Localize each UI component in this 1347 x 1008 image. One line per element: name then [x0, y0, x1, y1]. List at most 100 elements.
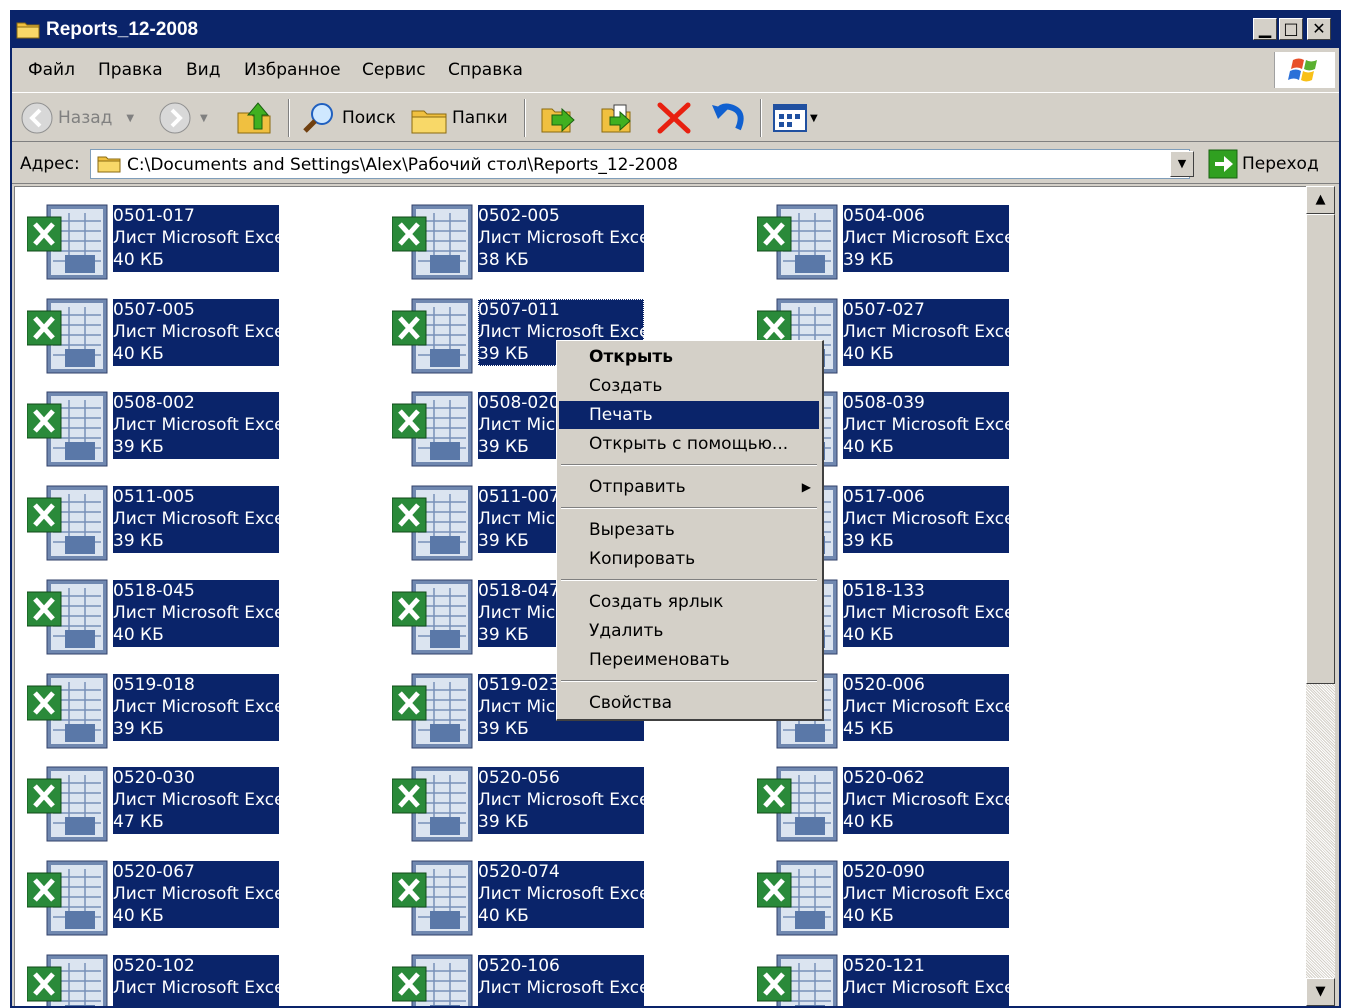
ctx-create[interactable]: Создать: [559, 372, 819, 400]
file-label[interactable]: 0517-006 Лист Microsoft Excel 39 КБ: [843, 486, 1009, 553]
excel-file-icon[interactable]: [391, 859, 476, 939]
file-item[interactable]: 0520-074 Лист Microsoft Excel 40 КБ: [386, 859, 656, 941]
undo-button[interactable]: [710, 101, 746, 135]
file-label[interactable]: 0518-045 Лист Microsoft Excel 40 КБ: [113, 580, 279, 647]
file-label[interactable]: 0520-067 Лист Microsoft Excel 40 КБ: [113, 861, 279, 928]
maximize-button[interactable]: □: [1279, 18, 1303, 40]
up-folder-button[interactable]: [236, 101, 272, 135]
file-label[interactable]: 0502-005 Лист Microsoft Excel 38 КБ: [478, 205, 644, 272]
address-input[interactable]: C:\Documents and Settings\Alex\Рабочий с…: [90, 149, 1190, 179]
menu-help[interactable]: Справка: [448, 60, 523, 80]
go-button[interactable]: Переход: [1208, 149, 1319, 179]
views-button[interactable]: ▼: [772, 101, 818, 135]
excel-file-icon[interactable]: [26, 484, 111, 564]
excel-file-icon[interactable]: [756, 765, 841, 845]
menu-file[interactable]: Файл: [28, 60, 75, 80]
file-label[interactable]: 0511-005 Лист Microsoft Excel 39 КБ: [113, 486, 279, 553]
copy-to-button[interactable]: [598, 101, 638, 135]
address-dropdown-button[interactable]: ▼: [1170, 151, 1194, 177]
file-label[interactable]: 0519-018 Лист Microsoft Excel 39 КБ: [113, 674, 279, 741]
file-item[interactable]: 0518-045 Лист Microsoft Excel 40 КБ: [21, 578, 291, 660]
ctx-open-with[interactable]: Открыть с помощью...: [559, 430, 819, 458]
file-item[interactable]: 0501-017 Лист Microsoft Excel 40 КБ: [21, 203, 291, 285]
file-label[interactable]: 0520-106 Лист Microsoft Excel: [478, 955, 644, 1006]
scroll-down-button[interactable]: ▼: [1306, 978, 1335, 1006]
vertical-scrollbar[interactable]: ▲ ▼: [1306, 186, 1335, 1006]
ctx-send-to[interactable]: Отправить ▶: [559, 473, 819, 501]
file-label[interactable]: 0508-039 Лист Microsoft Excel 40 КБ: [843, 392, 1009, 459]
excel-file-icon[interactable]: [391, 484, 476, 564]
close-button[interactable]: ✕: [1307, 18, 1331, 40]
file-item[interactable]: 0511-005 Лист Microsoft Excel 39 КБ: [21, 484, 291, 566]
forward-dropdown-icon[interactable]: ▼: [200, 113, 208, 124]
file-label[interactable]: 0520-090 Лист Microsoft Excel 40 КБ: [843, 861, 1009, 928]
ctx-delete[interactable]: Удалить: [559, 617, 819, 645]
excel-file-icon[interactable]: [26, 859, 111, 939]
search-button[interactable]: Поиск: [302, 101, 396, 135]
file-item[interactable]: 0520-090 Лист Microsoft Excel 40 КБ: [751, 859, 1021, 941]
excel-file-icon[interactable]: [26, 297, 111, 377]
file-item[interactable]: 0504-006 Лист Microsoft Excel 39 КБ: [751, 203, 1021, 285]
scroll-up-button[interactable]: ▲: [1306, 186, 1335, 214]
file-item[interactable]: 0520-062 Лист Microsoft Excel 40 КБ: [751, 765, 1021, 847]
excel-file-icon[interactable]: [391, 203, 476, 283]
excel-file-icon[interactable]: [756, 953, 841, 1006]
ctx-properties[interactable]: Свойства: [559, 689, 819, 717]
excel-file-icon[interactable]: [756, 203, 841, 283]
excel-file-icon[interactable]: [756, 859, 841, 939]
folders-button[interactable]: Папки: [410, 101, 508, 135]
menu-tools[interactable]: Сервис: [362, 60, 426, 80]
move-to-button[interactable]: [538, 101, 578, 135]
excel-file-icon[interactable]: [26, 203, 111, 283]
ctx-copy[interactable]: Копировать: [559, 545, 819, 573]
file-label[interactable]: 0508-002 Лист Microsoft Excel 39 КБ: [113, 392, 279, 459]
file-item[interactable]: 0520-067 Лист Microsoft Excel 40 КБ: [21, 859, 291, 941]
back-button[interactable]: Назад ▼: [20, 101, 134, 135]
excel-file-icon[interactable]: [26, 578, 111, 658]
file-label[interactable]: 0520-062 Лист Microsoft Excel 40 КБ: [843, 767, 1009, 834]
excel-file-icon[interactable]: [391, 672, 476, 752]
excel-file-icon[interactable]: [26, 953, 111, 1006]
title-bar[interactable]: Reports_12-2008 ▁ □ ✕: [12, 12, 1339, 48]
excel-file-icon[interactable]: [26, 672, 111, 752]
file-label[interactable]: 0518-133 Лист Microsoft Excel 40 КБ: [843, 580, 1009, 647]
ctx-cut[interactable]: Вырезать: [559, 516, 819, 544]
ctx-open[interactable]: Открыть: [559, 343, 819, 371]
file-label[interactable]: 0520-056 Лист Microsoft Excel 39 КБ: [478, 767, 644, 834]
file-item[interactable]: 0508-002 Лист Microsoft Excel 39 КБ: [21, 390, 291, 472]
file-label[interactable]: 0504-006 Лист Microsoft Excel 39 КБ: [843, 205, 1009, 272]
excel-file-icon[interactable]: [26, 390, 111, 470]
file-item[interactable]: 0520-102 Лист Microsoft Excel: [21, 953, 291, 1006]
menu-favorites[interactable]: Избранное: [244, 60, 341, 80]
menu-edit[interactable]: Правка: [98, 60, 163, 80]
excel-file-icon[interactable]: [391, 297, 476, 377]
file-label[interactable]: 0520-006 Лист Microsoft Excel 45 КБ: [843, 674, 1009, 741]
excel-file-icon[interactable]: [26, 765, 111, 845]
file-label[interactable]: 0507-027 Лист Microsoft Excel 40 КБ: [843, 299, 1009, 366]
ctx-rename[interactable]: Переименовать: [559, 646, 819, 674]
file-label[interactable]: 0507-005 Лист Microsoft Excel 40 КБ: [113, 299, 279, 366]
excel-file-icon[interactable]: [391, 578, 476, 658]
minimize-button[interactable]: ▁: [1253, 18, 1277, 40]
ctx-create-shortcut[interactable]: Создать ярлык: [559, 588, 819, 616]
forward-button[interactable]: ▼: [158, 101, 208, 135]
file-label[interactable]: 0520-121 Лист Microsoft Excel: [843, 955, 1009, 1006]
file-item[interactable]: 0520-106 Лист Microsoft Excel: [386, 953, 656, 1006]
file-label[interactable]: 0520-030 Лист Microsoft Excel 47 КБ: [113, 767, 279, 834]
excel-file-icon[interactable]: [391, 765, 476, 845]
scroll-thumb[interactable]: [1306, 214, 1335, 684]
file-item[interactable]: 0520-121 Лист Microsoft Excel: [751, 953, 1021, 1006]
file-item[interactable]: 0519-018 Лист Microsoft Excel 39 КБ: [21, 672, 291, 754]
file-item[interactable]: 0507-005 Лист Microsoft Excel 40 КБ: [21, 297, 291, 379]
file-item[interactable]: 0502-005 Лист Microsoft Excel 38 КБ: [386, 203, 656, 285]
views-dropdown-icon[interactable]: ▼: [810, 113, 818, 124]
file-item[interactable]: 0520-056 Лист Microsoft Excel 39 КБ: [386, 765, 656, 847]
file-label[interactable]: 0520-102 Лист Microsoft Excel: [113, 955, 279, 1006]
excel-file-icon[interactable]: [391, 390, 476, 470]
menu-view[interactable]: Вид: [186, 60, 220, 80]
delete-button[interactable]: [656, 101, 692, 135]
file-item[interactable]: 0520-030 Лист Microsoft Excel 47 КБ: [21, 765, 291, 847]
excel-file-icon[interactable]: [391, 953, 476, 1006]
file-label[interactable]: 0520-074 Лист Microsoft Excel 40 КБ: [478, 861, 644, 928]
ctx-print[interactable]: Печать: [559, 401, 819, 429]
